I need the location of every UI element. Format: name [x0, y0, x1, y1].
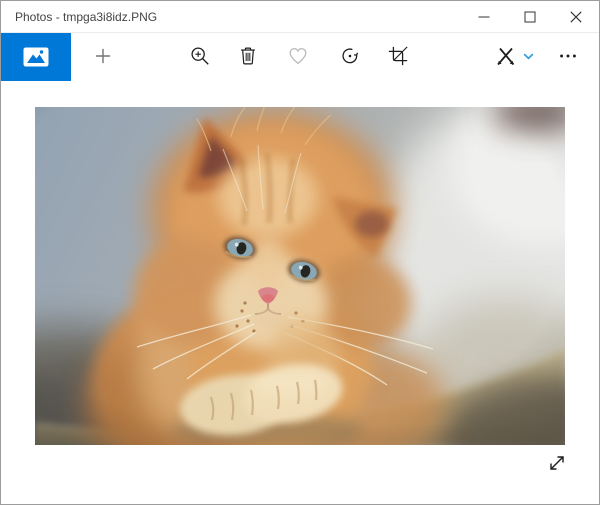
- photos-app-window: Photos - tmpga3i8idz.PNG: [0, 0, 600, 505]
- close-icon: [570, 11, 582, 23]
- maximize-icon: [524, 11, 536, 23]
- window-controls: [461, 1, 599, 32]
- maximize-button[interactable]: [507, 1, 553, 32]
- edit-create-icon: [492, 43, 518, 69]
- photos-gallery-icon: [22, 45, 50, 69]
- crop-button[interactable]: [376, 34, 420, 78]
- close-button[interactable]: [553, 1, 599, 32]
- delete-button[interactable]: [226, 34, 270, 78]
- toolbar: [1, 33, 599, 81]
- add-icon: [93, 46, 113, 66]
- rotate-icon: [339, 45, 361, 67]
- titlebar: Photos - tmpga3i8idz.PNG: [1, 1, 599, 33]
- photo-kitten[interactable]: [35, 107, 565, 445]
- see-all-photos-button[interactable]: [1, 33, 71, 81]
- delete-icon: [237, 45, 259, 67]
- see-more-icon: [557, 45, 579, 67]
- minimize-button[interactable]: [461, 1, 507, 32]
- viewer-canvas: [1, 81, 599, 504]
- window-title: Photos - tmpga3i8idz.PNG: [1, 10, 461, 24]
- heart-icon: [287, 45, 309, 67]
- rotate-button[interactable]: [328, 34, 372, 78]
- fullscreen-icon: [547, 453, 567, 473]
- chevron-down-icon: [522, 50, 535, 63]
- kitten-photo-art: [35, 107, 565, 445]
- favorite-button[interactable]: [276, 34, 320, 78]
- see-more-button[interactable]: [546, 34, 590, 78]
- minimize-icon: [478, 11, 490, 23]
- crop-icon: [387, 45, 409, 67]
- zoom-in-icon: [189, 45, 211, 67]
- fullscreen-button[interactable]: [537, 443, 577, 483]
- add-button[interactable]: [81, 34, 125, 78]
- zoom-button[interactable]: [178, 34, 222, 78]
- edit-create-button[interactable]: [483, 34, 543, 78]
